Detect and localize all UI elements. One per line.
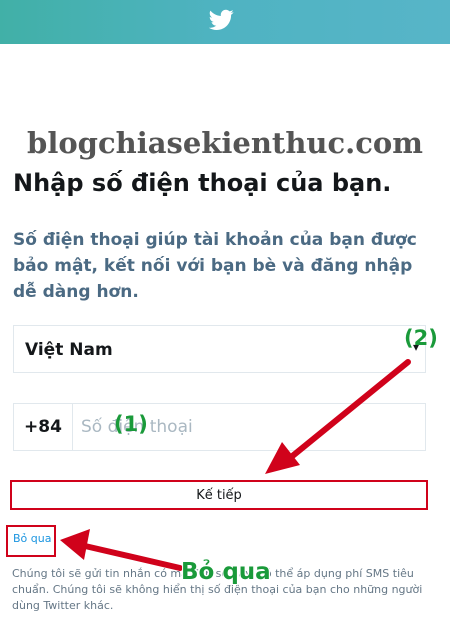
arrow-to-skip-link (60, 529, 183, 571)
page-title: Nhập số điện thoại của bạn. (13, 169, 392, 197)
step-1-label: (1) (114, 412, 148, 436)
country-value: Việt Nam (25, 340, 113, 360)
next-button[interactable]: Kế tiếp (10, 480, 428, 510)
skip-callout-label: Bỏ qua (181, 559, 271, 585)
country-select[interactable]: Việt Nam ▾ (13, 325, 426, 373)
watermark-text: blogchiasekienthuc.com (27, 126, 423, 160)
dial-code: +84 (13, 403, 73, 451)
header-bar (0, 0, 450, 44)
twitter-bird-icon (209, 9, 234, 30)
annotation-arrows (60, 359, 411, 571)
page-subtitle: Số điện thoại giúp tài khoản của bạn đượ… (13, 230, 417, 302)
step-2-label: (2) (404, 326, 438, 350)
skip-link[interactable]: Bỏ qua (13, 532, 51, 545)
